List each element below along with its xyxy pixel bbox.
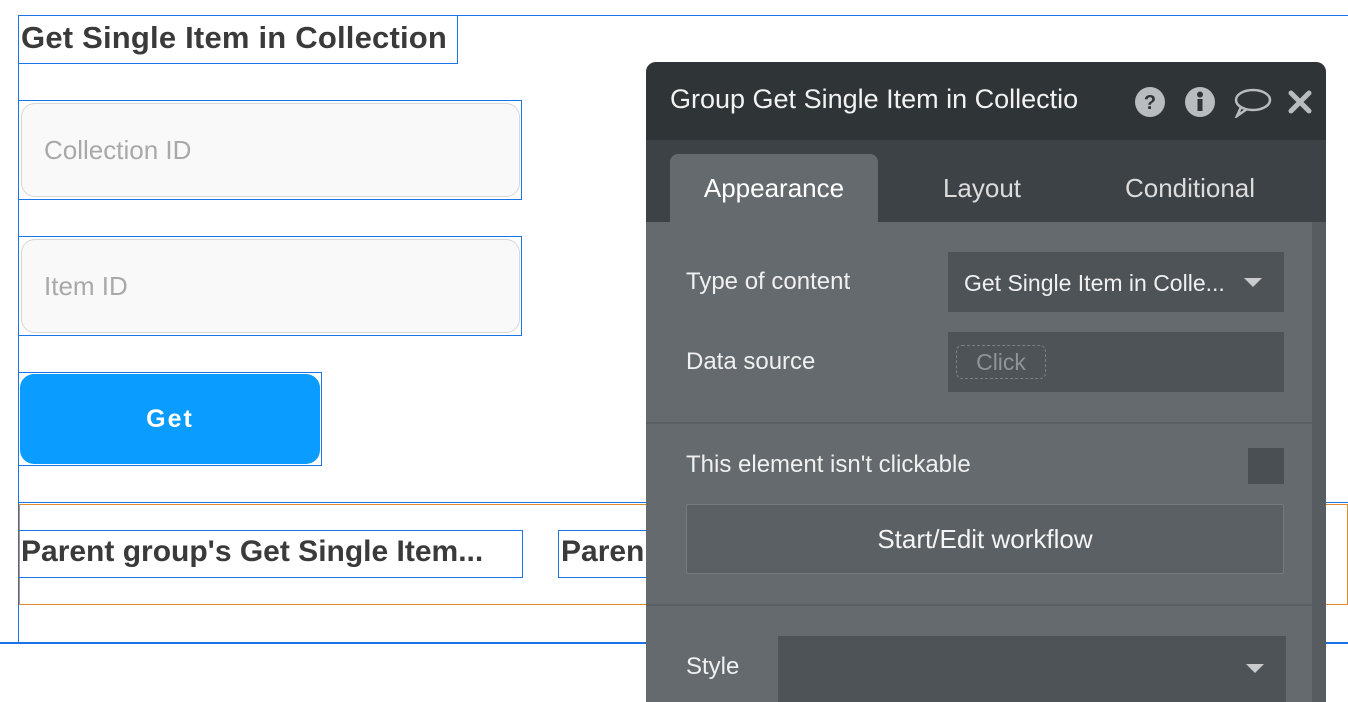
help-icon[interactable]: ? [1134, 86, 1166, 118]
tab-conditional[interactable]: Conditional [1096, 154, 1284, 222]
scrollbar[interactable] [1312, 222, 1326, 702]
property-editor-title: Group Get Single Item in Collectio [670, 84, 1079, 114]
chevron-down-icon [1244, 278, 1262, 287]
type-of-content-value: Get Single Item in Colle... [964, 270, 1225, 296]
close-icon[interactable] [1284, 86, 1316, 118]
not-clickable-label: This element isn't clickable [686, 451, 971, 478]
section-divider [646, 422, 1312, 424]
comment-icon[interactable] [1232, 86, 1272, 118]
tab-appearance[interactable]: Appearance [670, 154, 878, 222]
info-icon[interactable] [1184, 86, 1216, 118]
property-editor: Group Get Single Item in Collectio ? App… [646, 62, 1326, 702]
data-source-click-placeholder[interactable]: Click [956, 345, 1046, 379]
cell-1-text: Parent group's Get Single Item... [21, 535, 484, 568]
property-editor-header[interactable]: Group Get Single Item in Collectio ? [646, 62, 1326, 140]
collection-id-input[interactable]: Collection ID [21, 103, 520, 197]
tab-layout[interactable]: Layout [896, 154, 1068, 222]
section-divider-2 [646, 604, 1312, 606]
style-label: Style [686, 653, 740, 680]
style-dropdown[interactable] [778, 636, 1286, 702]
start-edit-workflow-button[interactable]: Start/Edit workflow [686, 504, 1284, 574]
item-id-input[interactable]: Item ID [21, 239, 520, 333]
data-source-label: Data source [686, 348, 816, 375]
item-id-placeholder: Item ID [44, 270, 128, 301]
not-clickable-checkbox[interactable] [1248, 448, 1284, 484]
collection-id-placeholder: Collection ID [44, 134, 192, 165]
page-title: Get Single Item in Collection [21, 20, 448, 55]
get-button[interactable]: Get [20, 374, 320, 464]
type-of-content-label: Type of content [686, 268, 851, 295]
data-source-field[interactable]: Click [948, 332, 1284, 392]
cell-2-text: Paren [561, 535, 645, 568]
tab-bar: Appearance Layout Conditional [646, 140, 1326, 222]
type-of-content-dropdown[interactable]: Get Single Item in Colle... [948, 252, 1284, 312]
svg-text:?: ? [1144, 92, 1156, 114]
style-chevron-down-icon [1246, 664, 1264, 673]
